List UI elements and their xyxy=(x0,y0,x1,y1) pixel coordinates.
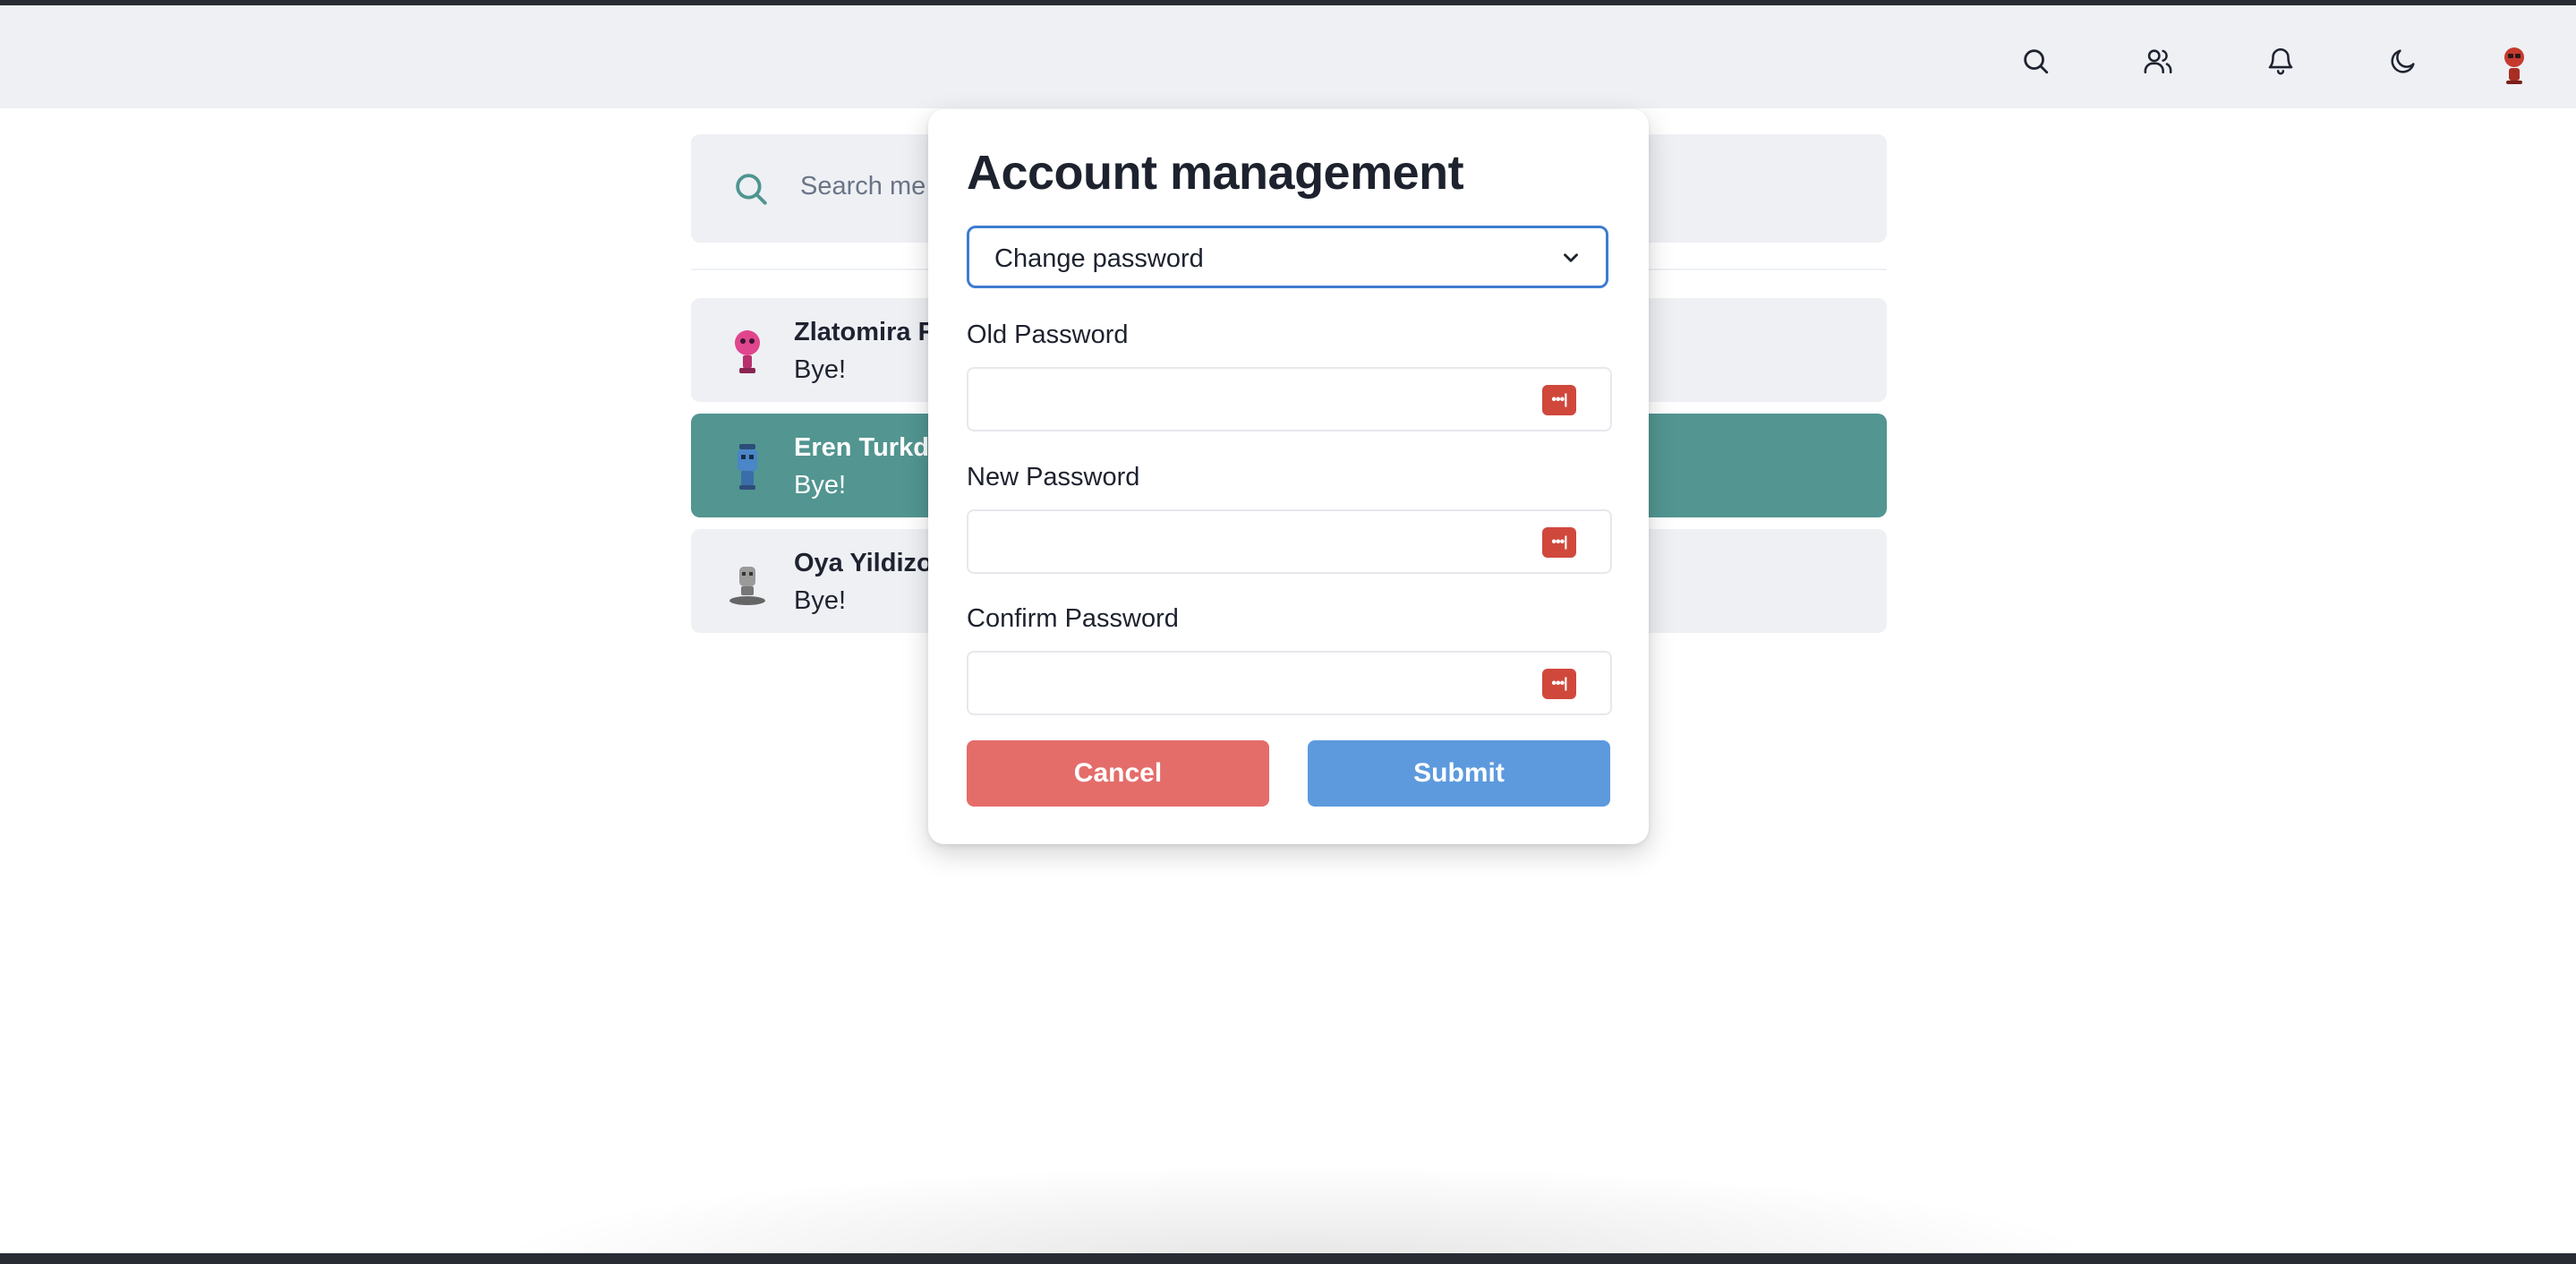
select-value: Change password xyxy=(994,244,1204,273)
password-manager-icon[interactable]: •••| xyxy=(1542,385,1576,415)
bell-icon[interactable] xyxy=(2261,41,2300,81)
account-action-select[interactable]: Change password xyxy=(967,226,1608,288)
users-icon[interactable] xyxy=(2138,41,2178,81)
new-password-field[interactable]: •••| xyxy=(967,509,1612,574)
search-icon[interactable] xyxy=(2016,41,2055,81)
moon-icon[interactable] xyxy=(2384,41,2423,81)
chat-contact-name: Zlatomira R xyxy=(794,318,937,346)
chat-last-message: Bye! xyxy=(794,586,847,615)
old-password-label: Old Password xyxy=(967,320,1129,349)
chat-contact-name: Oya Yildizo xyxy=(794,549,933,577)
new-password-label: New Password xyxy=(967,463,1140,491)
password-manager-icon[interactable]: •••| xyxy=(1542,527,1576,558)
search-placeholder: Search me xyxy=(800,172,926,201)
confirm-password-field[interactable]: •••| xyxy=(967,651,1612,715)
submit-button[interactable]: Submit xyxy=(1308,740,1610,807)
avatar[interactable] xyxy=(2497,45,2531,86)
avatar xyxy=(721,323,773,379)
chat-last-message: Bye! xyxy=(794,471,847,500)
window-bottom-edge xyxy=(0,1253,2576,1264)
account-management-modal: Account management Change password Old P… xyxy=(928,109,1649,844)
modal-title: Account management xyxy=(967,146,1464,200)
confirm-password-label: Confirm Password xyxy=(967,604,1179,633)
chevron-down-icon xyxy=(1559,246,1582,269)
cancel-button[interactable]: Cancel xyxy=(967,740,1269,807)
chat-last-message: Bye! xyxy=(794,355,847,384)
avatar xyxy=(721,554,773,610)
top-navbar xyxy=(0,5,2576,108)
dock-shadow xyxy=(483,1164,2112,1264)
avatar xyxy=(721,439,773,494)
old-password-field[interactable]: •••| xyxy=(967,367,1612,431)
search-icon xyxy=(732,170,770,208)
chat-contact-name: Eren Turkd xyxy=(794,433,929,462)
password-manager-icon[interactable]: •••| xyxy=(1542,669,1576,699)
